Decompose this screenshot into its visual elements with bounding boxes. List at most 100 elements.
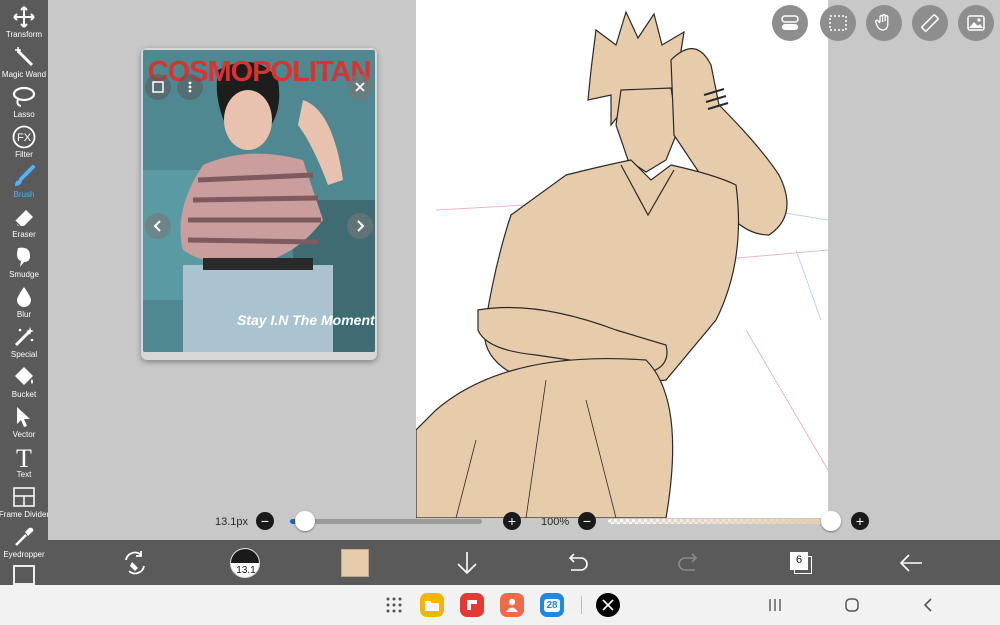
- text-icon: T: [12, 445, 36, 469]
- undo-icon: [568, 553, 588, 571]
- app-drawer-icon: [386, 597, 402, 613]
- tool-label: Blur: [16, 310, 32, 319]
- tool-label: Lasso: [13, 110, 35, 119]
- color-picker-button[interactable]: [338, 546, 372, 580]
- minus-icon: −: [260, 513, 270, 529]
- blur-icon: [12, 285, 36, 309]
- contacts-app[interactable]: [500, 593, 524, 617]
- ruler-icon: [921, 14, 939, 32]
- reference-menu-button[interactable]: [177, 74, 203, 100]
- tool-eyedropper[interactable]: Eyedropper: [0, 522, 48, 562]
- undo-button[interactable]: [560, 546, 594, 580]
- home-icon: [845, 598, 859, 612]
- selection-button[interactable]: [820, 5, 856, 41]
- brush-size-increase-button[interactable]: +: [503, 512, 521, 530]
- magic-wand-icon: [12, 45, 36, 69]
- tool-special[interactable]: Special: [0, 322, 48, 362]
- brush-icon: [12, 165, 36, 189]
- tool-transform[interactable]: Transform: [0, 2, 48, 42]
- redo-button[interactable]: [672, 546, 706, 580]
- eyedropper-icon: [12, 525, 36, 549]
- frame-divider-icon: [12, 485, 36, 509]
- svg-text:FX: FX: [17, 132, 32, 144]
- brush-size-decrease-button[interactable]: −: [256, 512, 274, 530]
- selection-icon: [829, 15, 847, 31]
- tool-magic-wand[interactable]: Magic Wand: [0, 42, 48, 82]
- brush-preview-label: 13.1: [236, 565, 256, 576]
- arrow-down-icon: [457, 552, 477, 575]
- crop-icon: [152, 81, 164, 93]
- brush-settings-button[interactable]: 13.1: [228, 546, 262, 580]
- workspace[interactable]: COSMOPOLITAN Stay I.N The Moment: [48, 0, 1000, 540]
- tool-text[interactable]: T Text: [0, 442, 48, 482]
- drawing-canvas[interactable]: [416, 0, 828, 518]
- tool-lasso[interactable]: Lasso: [0, 82, 48, 122]
- tool-bucket[interactable]: Bucket: [0, 362, 48, 402]
- home-button[interactable]: [842, 595, 862, 615]
- reference-window[interactable]: COSMOPOLITAN Stay I.N The Moment: [141, 48, 377, 360]
- minus-icon: −: [582, 513, 592, 529]
- tool-filter[interactable]: FX Filter: [0, 122, 48, 162]
- reference-caption: Stay I.N The Moment: [237, 312, 375, 328]
- tool-label: Frame Divider: [0, 510, 50, 519]
- plus-icon: +: [855, 513, 865, 529]
- flipboard-app[interactable]: [460, 593, 484, 617]
- back-chevron-icon: [923, 598, 932, 612]
- reference-close-button[interactable]: [347, 74, 373, 100]
- swap-tool-button[interactable]: [118, 546, 152, 580]
- transform-icon: [12, 5, 36, 29]
- tool-smudge[interactable]: Smudge: [0, 242, 48, 282]
- plus-icon: +: [507, 513, 517, 529]
- opacity-thumb[interactable]: [821, 511, 841, 531]
- image-icon: [967, 15, 985, 31]
- reference-prev-button[interactable]: [145, 213, 171, 239]
- fx-icon: FX: [12, 125, 36, 149]
- save-download-button[interactable]: [450, 546, 484, 580]
- arrow-left-icon: [899, 554, 922, 572]
- tool-label: Vector: [12, 430, 36, 439]
- opacity-slider[interactable]: [608, 519, 836, 524]
- reference-fit-button[interactable]: [145, 74, 171, 100]
- settings-toggle-button[interactable]: [772, 5, 808, 41]
- chevron-right-icon: [357, 220, 365, 232]
- dock-divider: [581, 596, 582, 614]
- more-vertical-icon: [188, 81, 192, 93]
- layers-icon: 6: [789, 551, 813, 575]
- image-button[interactable]: [958, 5, 994, 41]
- tool-label: Magic Wand: [1, 70, 47, 79]
- tool-brush[interactable]: Brush: [0, 162, 48, 202]
- layers-button[interactable]: 6: [784, 546, 818, 580]
- drawing-artwork: [416, 10, 828, 518]
- brush-size-thumb[interactable]: [295, 511, 316, 531]
- ruler-button[interactable]: [912, 5, 948, 41]
- back-button[interactable]: [894, 546, 928, 580]
- tool-blur[interactable]: Blur: [0, 282, 48, 322]
- redo-icon: [678, 553, 698, 571]
- opacity-increase-button[interactable]: +: [851, 512, 869, 530]
- x-app[interactable]: [596, 593, 620, 617]
- system-navigation-bar: 28: [0, 585, 1000, 625]
- system-back-button[interactable]: [918, 595, 938, 615]
- calendar-app[interactable]: 28: [540, 593, 564, 617]
- tool-eraser[interactable]: Eraser: [0, 202, 48, 242]
- tool-frame-divider[interactable]: Frame Divider: [0, 482, 50, 522]
- app-drawer-button[interactable]: [382, 593, 406, 617]
- brush-slider-row: 13.1px − + 100% − +: [48, 508, 1000, 536]
- brush-size-slider[interactable]: [290, 519, 482, 524]
- reference-next-button[interactable]: [347, 213, 373, 239]
- flipboard-icon: [467, 600, 477, 610]
- calendar-icon: 28: [544, 598, 560, 612]
- x-icon: [602, 599, 614, 611]
- tool-label: Smudge: [9, 270, 39, 279]
- files-app[interactable]: [420, 593, 444, 617]
- tool-label: Eyedropper: [3, 550, 45, 559]
- lasso-icon: [12, 85, 36, 109]
- person-icon: [506, 598, 518, 612]
- recent-apps-button[interactable]: [765, 595, 785, 615]
- toggle-icon: [781, 15, 799, 30]
- opacity-decrease-button[interactable]: −: [578, 512, 596, 530]
- special-icon: [12, 325, 36, 349]
- tool-vector[interactable]: Vector: [0, 402, 48, 442]
- gesture-button[interactable]: [866, 5, 902, 41]
- eraser-icon: [12, 205, 36, 229]
